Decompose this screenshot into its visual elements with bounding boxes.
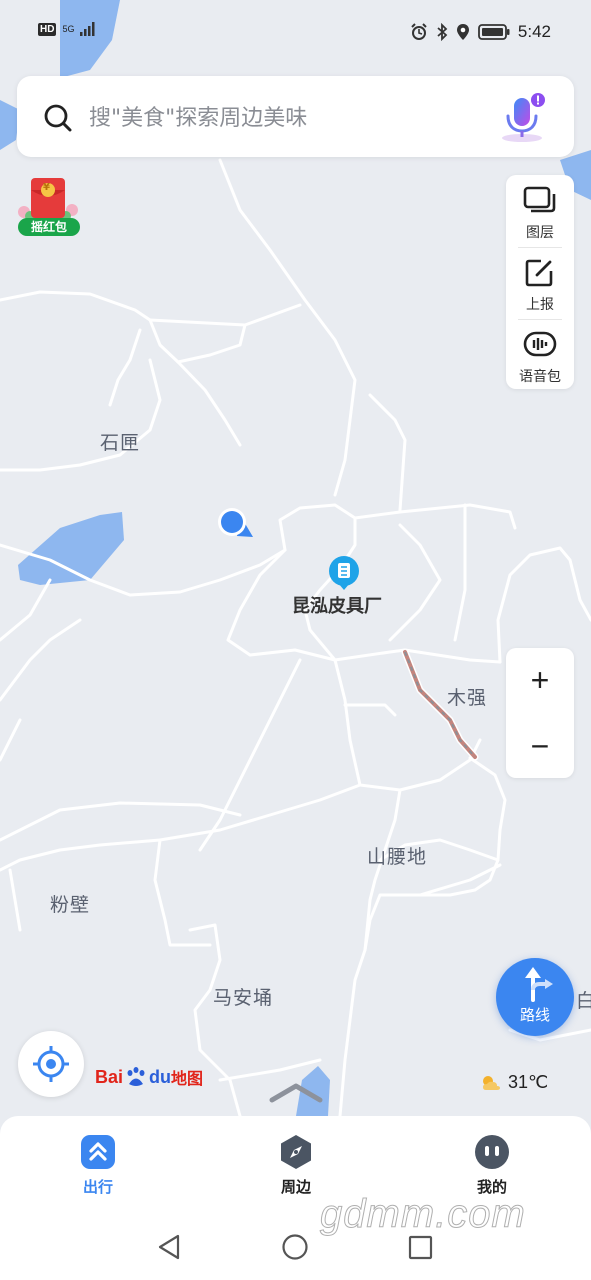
- hd-badge: HD: [38, 22, 57, 36]
- zoom-control: + −: [506, 648, 574, 778]
- crosshair-icon: [33, 1046, 69, 1082]
- zoom-out-button[interactable]: −: [506, 714, 574, 778]
- report-button[interactable]: 上报: [506, 247, 574, 317]
- place-label[interactable]: 山腰地: [367, 842, 427, 869]
- weather-widget[interactable]: 31℃: [480, 1072, 548, 1093]
- partly-cloudy-icon: [483, 1075, 500, 1090]
- place-label[interactable]: 马安埇: [213, 983, 273, 1010]
- alarm-icon: [411, 23, 427, 40]
- place-label[interactable]: 木强: [447, 683, 487, 710]
- locate-button[interactable]: [18, 1031, 84, 1097]
- recents-icon: [408, 1235, 433, 1260]
- paw-icon: [127, 1067, 145, 1086]
- search-icon[interactable]: [43, 103, 73, 133]
- report-edit-icon: [525, 259, 553, 287]
- voice-pack-icon: [523, 331, 557, 357]
- travel-icon: [81, 1135, 115, 1169]
- location-icon: [456, 24, 469, 40]
- route-button[interactable]: 路线: [496, 958, 574, 1036]
- layers-icon: [523, 186, 556, 213]
- baidu-map-logo: Bai du 地图: [95, 1062, 203, 1092]
- poi-label[interactable]: 昆泓皮具厂: [292, 592, 382, 618]
- zoom-in-button[interactable]: +: [506, 648, 574, 712]
- place-label[interactable]: 白: [576, 986, 591, 1013]
- microphone-icon[interactable]: [496, 90, 552, 146]
- voice-pack-button[interactable]: 语音包: [506, 319, 574, 389]
- logo-du: du: [149, 1066, 172, 1087]
- bluetooth-icon: [437, 23, 448, 41]
- logo-bai: Bai: [95, 1066, 124, 1087]
- back-icon: [158, 1234, 180, 1260]
- place-label[interactable]: 石匣: [100, 428, 140, 455]
- status-bar: HD 5G 5:42: [0, 0, 591, 64]
- map-tools-panel: 图层 上报 语音包: [506, 175, 574, 389]
- red-packet-label: 摇红包: [18, 218, 80, 236]
- search-input[interactable]: [87, 98, 481, 138]
- search-bar[interactable]: [17, 76, 574, 157]
- battery-icon: [478, 24, 510, 40]
- red-packet-button[interactable]: ¥ 摇红包: [14, 176, 80, 238]
- place-label[interactable]: 粉壁: [50, 890, 90, 917]
- watermark: gdmm.com: [320, 1192, 526, 1237]
- report-label: 上报: [526, 297, 554, 313]
- signal-icon: [80, 22, 95, 36]
- route-arrow-icon: [525, 967, 553, 1002]
- drawer-handle-icon[interactable]: [268, 1082, 324, 1104]
- profile-icon: [475, 1135, 509, 1169]
- yuan-symbol: ¥: [43, 182, 50, 193]
- layers-label: 图层: [526, 225, 554, 241]
- layers-button[interactable]: 图层: [506, 175, 574, 245]
- tab-travel-label: 出行: [82, 1178, 113, 1196]
- compass-icon: [281, 1135, 311, 1169]
- status-time: 5:42: [517, 22, 551, 41]
- voice-pack-label: 语音包: [519, 369, 561, 385]
- route-label: 路线: [519, 1006, 550, 1024]
- temperature: 31℃: [508, 1072, 549, 1092]
- home-icon: [282, 1234, 308, 1260]
- logo-ditu: 地图: [171, 1071, 204, 1088]
- signal-type: 5G: [62, 23, 75, 34]
